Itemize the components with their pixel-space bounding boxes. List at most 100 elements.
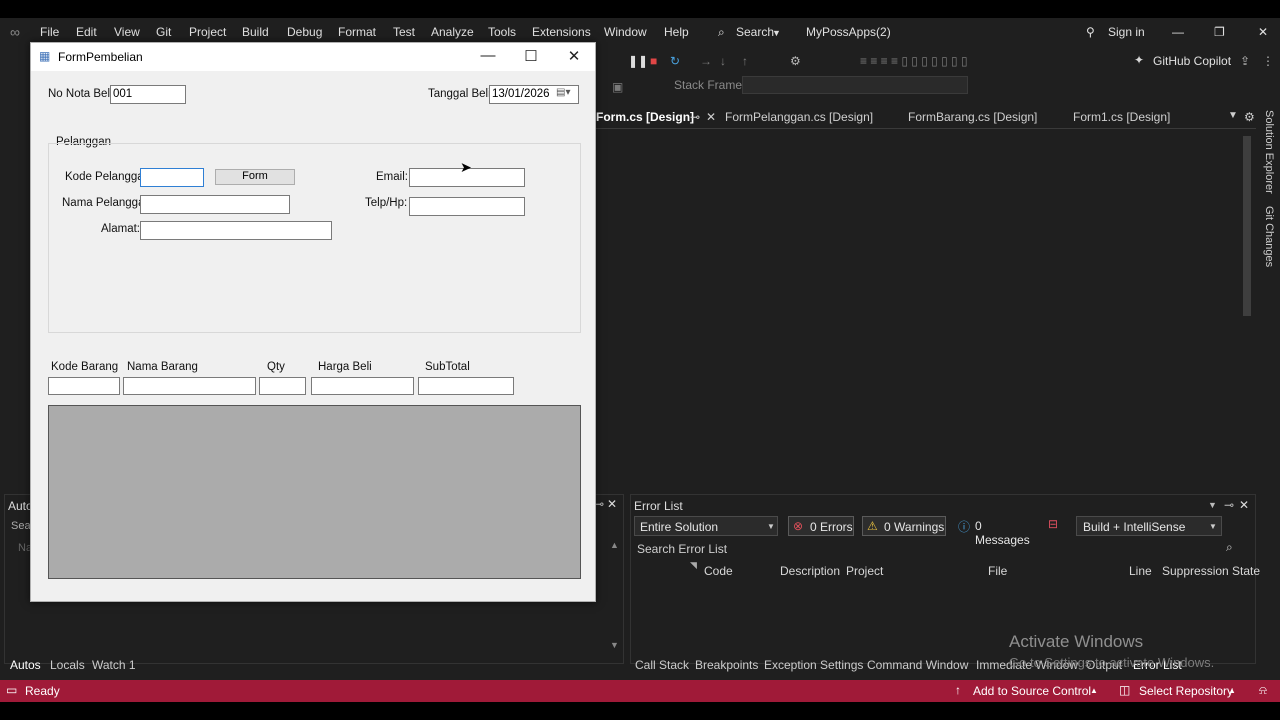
menu-test[interactable]: Test (393, 25, 415, 39)
scroll-down-icon[interactable]: ▼ (610, 640, 619, 650)
more-icon[interactable]: ⋮ (1262, 54, 1274, 68)
menu-extensions[interactable]: Extensions (532, 25, 591, 39)
telp-input[interactable] (409, 197, 525, 216)
tab-watch1[interactable]: Watch 1 (92, 658, 136, 672)
column-description[interactable]: Description (780, 564, 840, 578)
column-suppression-state[interactable]: Suppression State (1162, 564, 1260, 578)
calendar-icon[interactable]: ▤▾ (556, 87, 570, 99)
pause-icon[interactable]: ❚❚ (628, 54, 648, 68)
nama-barang-input[interactable] (123, 377, 256, 395)
step-icon[interactable]: → (700, 54, 712, 68)
error-search-input[interactable]: Search Error List (637, 542, 727, 556)
side-tab-solution-explorer[interactable]: Solution Explorer (1263, 110, 1275, 194)
no-nota-input[interactable]: 001 (110, 85, 186, 104)
menu-analyze[interactable]: Analyze (431, 25, 474, 39)
errors-filter-button[interactable]: ⊗ 0 Errors (788, 516, 854, 536)
close-icon[interactable]: ✕ (564, 47, 584, 65)
subtotal-input[interactable] (418, 377, 514, 395)
tab-breakpoints[interactable]: Breakpoints (695, 658, 758, 672)
tab-autos[interactable]: Autos (10, 658, 41, 672)
close-icon[interactable]: ✕ (607, 497, 617, 511)
harga-beli-input[interactable] (311, 377, 414, 395)
restore-icon[interactable]: ❐ (1214, 25, 1225, 39)
tab-close-icon[interactable]: ✕ (706, 110, 716, 124)
repository-icon[interactable]: ◫ (1119, 683, 1130, 697)
alamat-input[interactable] (140, 221, 332, 240)
menu-debug[interactable]: Debug (287, 25, 322, 39)
tab-formbarang-design[interactable]: FormBarang.cs [Design] (908, 110, 1037, 124)
tab-locals[interactable]: Locals (50, 658, 85, 672)
copilot-icon[interactable]: ✦ (1134, 53, 1144, 67)
scope-select[interactable]: Entire Solution ▼ (634, 516, 778, 536)
chevron-up-icon[interactable]: ▲ (1090, 686, 1098, 695)
arrow-up-icon[interactable]: ↑ (955, 683, 961, 697)
close-icon[interactable]: ✕ (1258, 25, 1268, 39)
menu-tools[interactable]: Tools (488, 25, 516, 39)
gear-icon[interactable]: ⚙ (1244, 110, 1255, 124)
step-into-icon[interactable]: ↓ (720, 54, 726, 68)
tab-form1-design[interactable]: Form1.cs [Design] (1073, 110, 1170, 124)
warnings-filter-button[interactable]: ⚠ 0 Warnings (862, 516, 946, 536)
search-icon[interactable]: ⌕ (1226, 540, 1233, 555)
user-icon[interactable]: ⚲ (1086, 25, 1095, 39)
column-project[interactable]: Project (846, 564, 883, 578)
notification-icon[interactable]: ⍾ (1259, 683, 1267, 698)
tab-list-icon[interactable]: ▼ (1228, 110, 1238, 121)
designer-scrollbar[interactable] (1243, 136, 1251, 316)
tab-command-window[interactable]: Command Window (867, 658, 968, 672)
column-line[interactable]: Line (1129, 564, 1152, 578)
tanggal-beli-datepicker[interactable]: 13/01/2026 ▤▾ (489, 85, 579, 104)
tab-form-design[interactable]: Form.cs [Design] (596, 110, 694, 124)
menu-build[interactable]: Build (242, 25, 269, 39)
tab-call-stack[interactable]: Call Stack (635, 658, 689, 672)
share-icon[interactable]: ⇪ (1240, 54, 1250, 68)
menu-window[interactable]: Window (604, 25, 647, 39)
minimize-icon[interactable]: — (478, 47, 498, 64)
chevron-down-icon[interactable]: ▼ (772, 28, 781, 38)
filter-icon[interactable]: ⊟ (1048, 517, 1058, 531)
column-code[interactable]: Code (704, 564, 733, 578)
layout-icon[interactable]: ≡ ≡ ≡ ≡ ▯ ▯ ▯ ▯ ▯ ▯ ▯ (860, 54, 968, 68)
chevron-up-icon[interactable]: ▲ (1228, 686, 1236, 695)
menu-format[interactable]: Format (338, 25, 376, 39)
search-icon[interactable]: ⌕ (718, 25, 725, 40)
minimize-icon[interactable]: — (1172, 25, 1184, 39)
chevron-down-icon[interactable]: ▼ (1208, 500, 1217, 510)
close-icon[interactable]: ✕ (1239, 498, 1249, 512)
pin-icon[interactable]: ⊸ (690, 110, 700, 124)
menu-project[interactable]: Project (189, 25, 226, 39)
letterbox-bottom (0, 702, 1280, 720)
nama-pelanggan-input[interactable] (140, 195, 290, 214)
restart-icon[interactable]: ↻ (670, 54, 680, 68)
copilot-button[interactable]: GitHub Copilot (1153, 54, 1231, 68)
add-to-source-control-button[interactable]: Add to Source Control (973, 684, 1091, 698)
stop-icon[interactable]: ■ (650, 54, 657, 68)
menu-view[interactable]: View (114, 25, 140, 39)
sign-in-button[interactable]: Sign in (1108, 25, 1145, 39)
form-button[interactable]: Form (215, 169, 295, 185)
qty-input[interactable] (259, 377, 306, 395)
tool-icon[interactable]: ⚙ (790, 54, 801, 68)
column-file[interactable]: File (988, 564, 1007, 578)
status-bar: ▭ Ready ↑ Add to Source Control ▲ ◫ Sele… (0, 680, 1280, 702)
maximize-icon[interactable]: ☐ (521, 47, 541, 65)
items-data-grid[interactable] (48, 405, 581, 579)
scroll-up-icon[interactable]: ▲ (610, 540, 619, 550)
kode-barang-input[interactable] (48, 377, 120, 395)
form-titlebar[interactable]: ▦ FormPembelian — ☐ ✕ (31, 43, 595, 71)
side-tab-git-changes[interactable]: Git Changes (1263, 206, 1275, 267)
step-out-icon[interactable]: ↑ (742, 54, 748, 68)
menu-help[interactable]: Help (664, 25, 689, 39)
build-filter-select[interactable]: Build + IntelliSense ▼ (1076, 516, 1222, 536)
menu-file[interactable]: File (40, 25, 59, 39)
search-button[interactable]: Search (736, 25, 774, 39)
menu-git[interactable]: Git (156, 25, 171, 39)
select-repository-button[interactable]: Select Repository (1139, 684, 1233, 698)
stack-frame-select[interactable] (742, 76, 968, 94)
menu-edit[interactable]: Edit (76, 25, 97, 39)
messages-filter-button[interactable]: ⓘ 0 Messages (954, 516, 1038, 547)
tab-exception-settings[interactable]: Exception Settings (764, 658, 863, 672)
kode-pelanggan-input[interactable] (140, 168, 204, 187)
pin-icon[interactable]: ⊸ (1224, 498, 1234, 512)
tab-formpelanggan-design[interactable]: FormPelanggan.cs [Design] (725, 110, 873, 124)
